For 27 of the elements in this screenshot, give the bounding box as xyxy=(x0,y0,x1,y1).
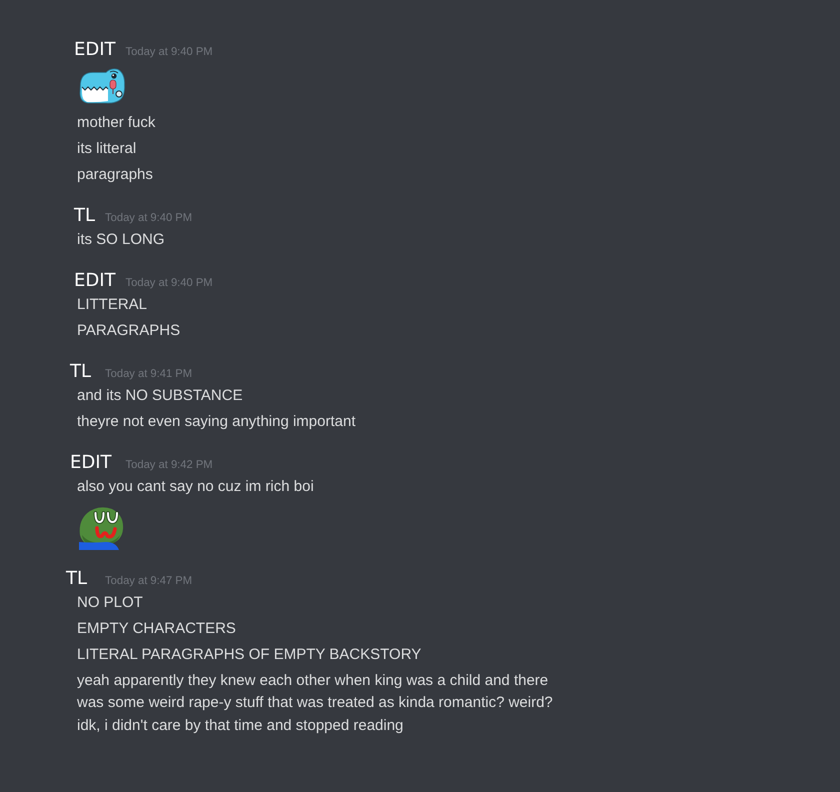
username[interactable]: EDIT xyxy=(70,452,112,474)
message-text: theyre not even saying anything important xyxy=(77,412,356,432)
timestamp: Today at 9:41 PM xyxy=(105,368,192,380)
message-text: its litteral xyxy=(77,138,136,159)
username[interactable]: EDIT xyxy=(74,39,116,61)
message-text: and its NO SUBSTANCE xyxy=(77,386,243,406)
message-text: paragraphs xyxy=(77,164,153,185)
message-text: mother fuck xyxy=(77,112,156,133)
username[interactable]: TL xyxy=(66,568,88,590)
shark-emoji-icon xyxy=(78,67,126,104)
username[interactable]: TL xyxy=(70,361,92,383)
timestamp: Today at 9:40 PM xyxy=(126,277,213,289)
timestamp: Today at 9:47 PM xyxy=(105,575,192,587)
message-text: its SO LONG xyxy=(77,230,165,250)
message-text: LITTERAL xyxy=(77,294,148,315)
message-text: LITERAL PARAGRAPHS OF EMPTY BACKSTORY xyxy=(77,644,422,665)
username[interactable]: EDIT xyxy=(74,270,116,292)
message-text: EMPTY CHARACTERS xyxy=(77,618,236,639)
message-text: PARAGRAPHS xyxy=(77,320,180,341)
message-text: also you cant say no cuz im rich boi xyxy=(77,476,314,497)
message-text: yeah apparently they knew each other when king was a child and there was some weird rape-y stuff that was treated as kinda romantic? weird? idk, i didn't care by that time and stopped reading xyxy=(77,670,553,736)
timestamp: Today at 9:40 PM xyxy=(126,46,213,58)
timestamp: Today at 9:40 PM xyxy=(105,212,192,224)
timestamp: Today at 9:42 PM xyxy=(126,459,213,471)
username[interactable]: TL xyxy=(74,205,96,227)
frog-emoji-icon xyxy=(78,505,124,551)
message-text: NO PLOT xyxy=(77,592,143,613)
